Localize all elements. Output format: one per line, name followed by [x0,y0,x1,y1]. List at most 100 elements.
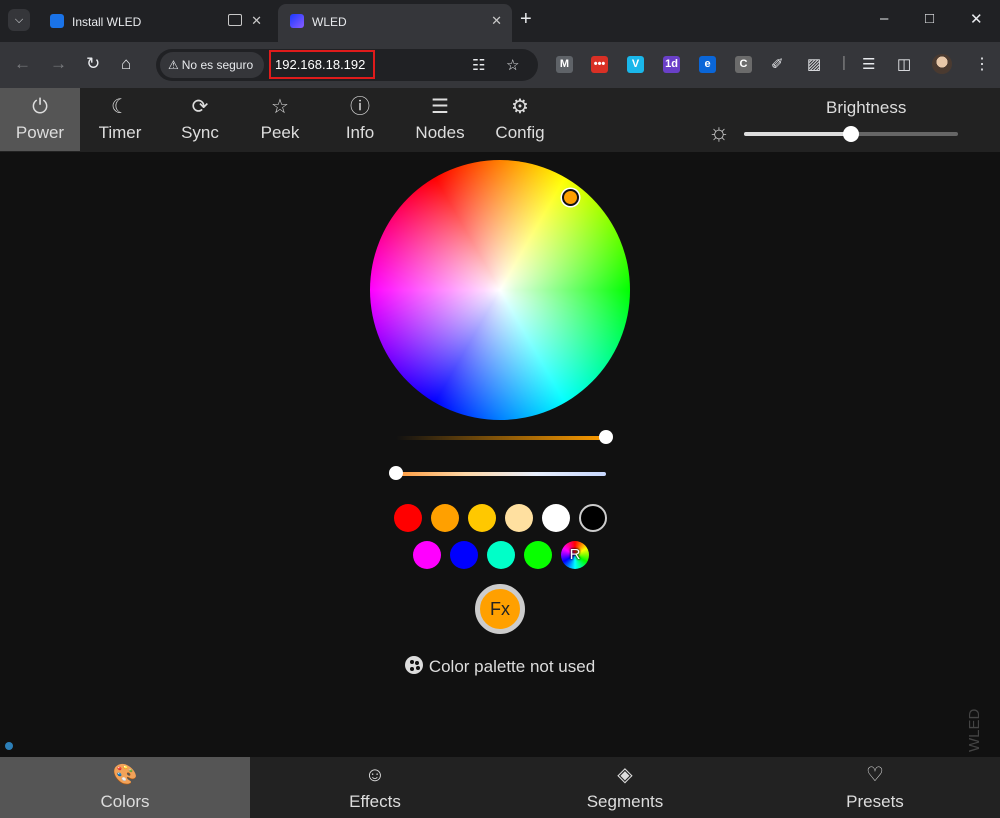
random-color-swatch[interactable]: R [561,541,589,569]
home-icon[interactable]: ⌂ [121,54,131,74]
segments-tab-button[interactable]: ◈ Segments [500,757,750,818]
red-extension-icon[interactable]: ••• [591,56,608,73]
nodes-button[interactable]: ☰ Nodes [400,88,480,151]
tab-install-wled[interactable]: Install WLED ✕ [38,6,272,36]
moon-icon: ☾ [111,96,129,118]
warning-triangle-icon: ⚠ [168,58,179,72]
tab-media-icon [228,14,242,26]
browser-tab-strip: ⌵ Install WLED ✕ WLED ✕ + – □ ✕ [0,0,1000,42]
list-icon: ☰ [431,96,449,118]
back-arrow-icon[interactable]: ← [14,54,31,74]
timer-label: Timer [98,123,142,142]
color-swatch[interactable] [524,541,552,569]
presets-label: Presets [846,792,904,811]
value-slider-thumb[interactable] [599,430,613,444]
color-swatch[interactable] [542,504,570,532]
eyedropper-icon[interactable]: ✐ [771,55,784,73]
info-button[interactable]: ⓘ Info [320,88,400,151]
presets-tab-button[interactable]: ♡ Presets [750,757,1000,818]
close-icon[interactable]: ✕ [491,13,502,29]
sync-icon: ⟳ [191,96,209,118]
window-close-icon[interactable]: ✕ [970,10,983,28]
config-label: Config [495,123,545,142]
peek-label: Peek [260,123,300,142]
edge-extension-icon[interactable]: e [699,56,716,73]
brightness-slider-fill [744,132,851,136]
color-swatch[interactable] [468,504,496,532]
tab-search-button[interactable]: ⌵ [8,9,30,31]
bookmark-star-icon[interactable]: ☆ [506,56,519,74]
connection-indicator [5,742,13,750]
info-label: Info [345,123,375,142]
star-icon: ☆ [271,96,289,118]
wled-bottom-bar: 🎨 Colors ☺ Effects ◈ Segments ♡ Presets [0,757,1000,818]
new-tab-plus-icon[interactable]: + [520,8,532,31]
browser-toolbar: ← → ↻ ⌂ ⚠ No es seguro 192.168.18.192 ☷ ☆… [0,42,1000,88]
value-slider[interactable] [396,430,613,444]
power-icon: ⏻ [32,96,48,118]
c-extension-icon[interactable]: C [735,56,752,73]
address-bar[interactable]: ⚠ No es seguro 192.168.18.192 ☷ ☆ [156,49,538,81]
calendar-extension-icon[interactable]: 1d [663,56,680,73]
wled-vertical-brand: WLED [966,708,983,752]
security-label: No es seguro [181,58,254,72]
palette-icon: 🎨 [112,764,138,786]
peek-button[interactable]: ☆ Peek [240,88,320,151]
smiley-icon: ☺ [364,764,386,786]
color-wheel-handle[interactable] [562,189,579,206]
chevron-down-icon: ⌵ [14,14,24,26]
brightness-slider-thumb[interactable] [843,126,859,142]
color-swatch[interactable] [579,504,607,532]
kelvin-slider-thumb[interactable] [389,466,403,480]
close-icon[interactable]: ✕ [251,13,262,29]
kelvin-slider[interactable] [389,466,606,480]
wled-top-bar: ⏻ Power ☾ Timer ⟳ Sync ☆ Peek ⓘ Info ☰ N… [0,88,1000,152]
wled-favicon-icon [290,14,304,28]
color-wheel[interactable] [370,160,630,420]
minimize-icon[interactable]: – [880,10,888,27]
translate-icon[interactable]: ☷ [472,56,485,74]
divider: | [842,54,846,71]
palette-message-text: Color palette not used [428,657,596,676]
heart-icon: ♡ [866,764,884,786]
profile-avatar[interactable] [932,54,952,74]
media-queue-icon[interactable]: ☰ [862,55,875,73]
color-swatch[interactable] [394,504,422,532]
gmail-icon[interactable]: M [556,56,573,73]
timer-button[interactable]: ☾ Timer [80,88,160,151]
forward-arrow-icon[interactable]: → [50,54,67,74]
palette-message: Color palette not used [0,656,1000,677]
colors-label: Colors [100,792,150,811]
color-swatch[interactable] [487,541,515,569]
security-chip[interactable]: ⚠ No es seguro [160,52,264,78]
sync-label: Sync [181,123,219,142]
config-button[interactable]: ⚙ Config [480,88,560,151]
color-swatch[interactable] [431,504,459,532]
color-swatch[interactable] [413,541,441,569]
color-swatch[interactable] [505,504,533,532]
tab-title: WLED [312,15,347,29]
effects-tab-button[interactable]: ☺ Effects [250,757,500,818]
power-button[interactable]: ⏻ Power [0,88,80,151]
url-text[interactable]: 192.168.18.192 [269,50,375,79]
tab-wled[interactable]: WLED ✕ [278,4,512,42]
side-panel-icon[interactable]: ◫ [897,55,911,73]
nodes-label: Nodes [415,123,465,142]
brightness-slider[interactable] [744,126,958,142]
color-swatch[interactable] [450,541,478,569]
puzzle-extensions-icon[interactable]: ▨ [807,55,821,73]
kebab-menu-icon[interactable]: ⋮ [974,54,990,74]
brightness-label: Brightness [826,98,907,117]
fx-button[interactable]: Fx [475,584,525,634]
sun-icon: ☼ [708,119,730,146]
segments-label: Segments [586,792,664,811]
power-label: Power [15,123,65,142]
layers-icon: ◈ [617,764,633,786]
reload-icon[interactable]: ↻ [86,54,100,74]
colors-tab-button[interactable]: 🎨 Colors [0,757,250,818]
sync-button[interactable]: ⟳ Sync [160,88,240,151]
install-wled-favicon-icon [50,14,64,28]
vimeo-icon[interactable]: V [627,56,644,73]
info-icon: ⓘ [350,96,370,118]
maximize-icon[interactable]: □ [925,10,934,27]
